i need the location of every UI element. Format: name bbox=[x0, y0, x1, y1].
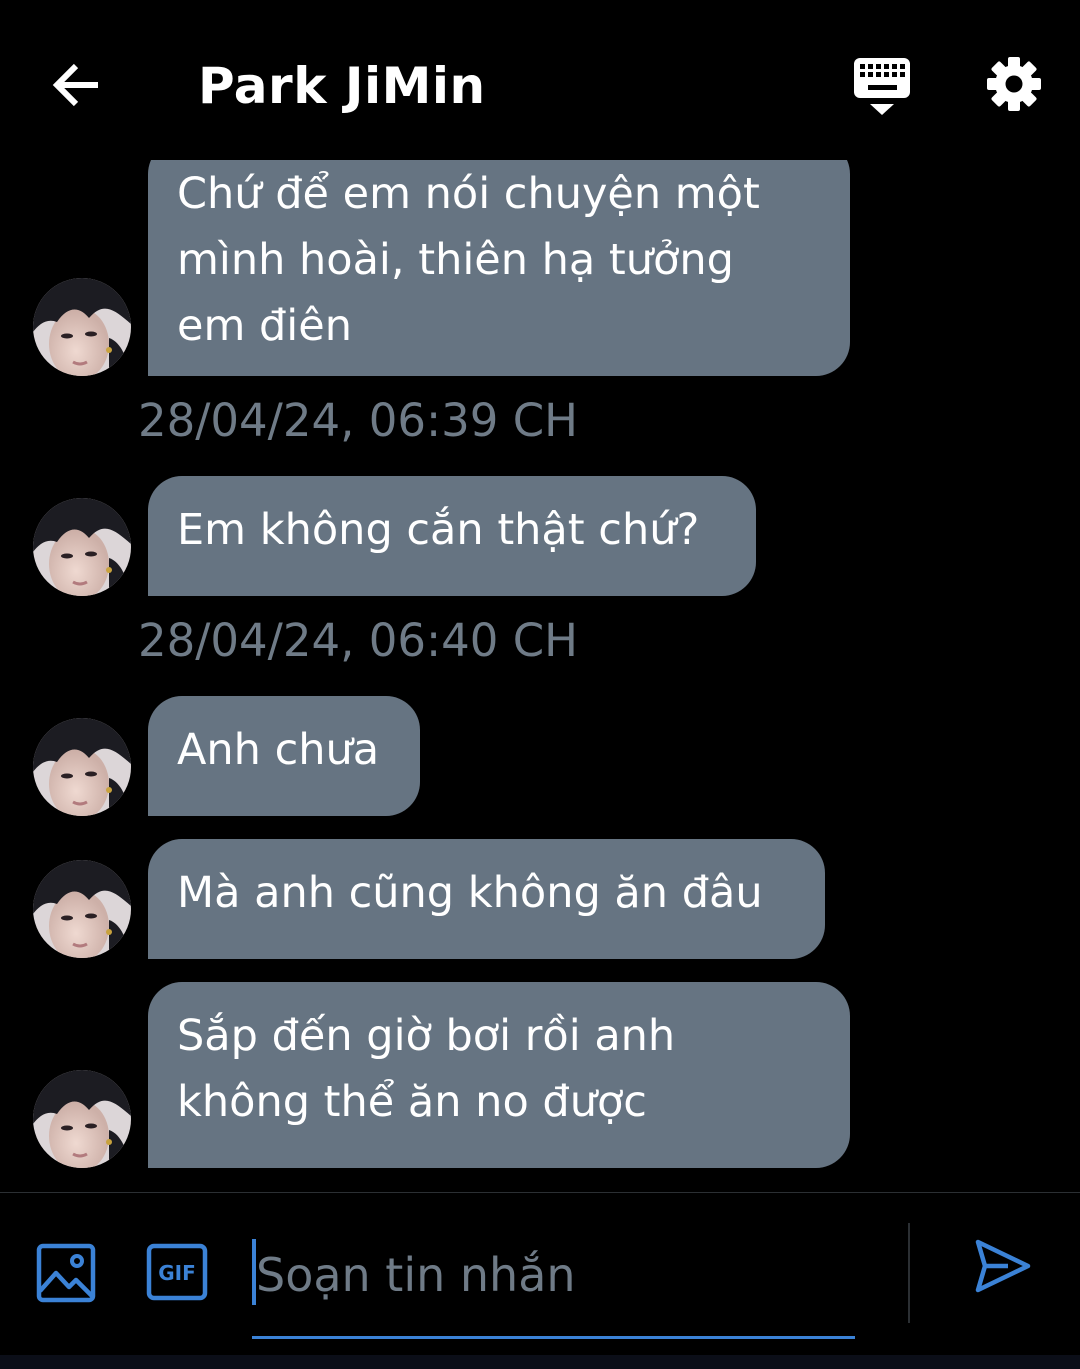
message-list[interactable]: Chứ để em nói chuyện một mình hoài, thiê… bbox=[0, 0, 1080, 1192]
contact-avatar-image bbox=[33, 860, 131, 958]
keyboard-toggle-button[interactable] bbox=[848, 54, 916, 120]
avatar[interactable] bbox=[33, 278, 131, 376]
back-button[interactable] bbox=[44, 52, 110, 118]
message-input-wrapper bbox=[252, 1231, 855, 1339]
avatar[interactable] bbox=[33, 718, 131, 816]
avatar[interactable] bbox=[33, 1070, 131, 1168]
arrow-left-icon bbox=[52, 63, 98, 107]
keyboard-hide-icon bbox=[854, 58, 910, 115]
message-timestamp: 28/04/24, 06:40 CH bbox=[138, 614, 578, 667]
composer-divider bbox=[908, 1223, 910, 1323]
attach-gif-button[interactable]: GIF bbox=[146, 1243, 208, 1301]
send-icon bbox=[975, 1239, 1031, 1293]
send-button[interactable] bbox=[972, 1237, 1032, 1295]
message-bubble[interactable]: Em không cắn thật chứ? bbox=[148, 476, 756, 596]
contact-name: Park JiMin bbox=[198, 57, 486, 115]
avatar[interactable] bbox=[33, 860, 131, 958]
attach-image-button[interactable] bbox=[36, 1243, 96, 1303]
gif-icon: GIF bbox=[146, 1243, 208, 1301]
contact-avatar-image bbox=[33, 718, 131, 816]
message-bubble[interactable]: Anh chưa bbox=[148, 696, 420, 816]
contact-avatar-image bbox=[33, 278, 131, 376]
message-bubble[interactable]: Chứ để em nói chuyện một mình hoài, thiê… bbox=[148, 140, 850, 376]
settings-button[interactable] bbox=[984, 54, 1044, 114]
message-composer: GIF bbox=[0, 1192, 1080, 1369]
svg-text:GIF: GIF bbox=[158, 1261, 196, 1285]
message-timestamp: 28/04/24, 06:39 CH bbox=[138, 394, 578, 447]
contact-avatar-image bbox=[33, 498, 131, 596]
avatar[interactable] bbox=[33, 498, 131, 596]
image-icon bbox=[36, 1243, 96, 1303]
chat-header: Park JiMin bbox=[0, 0, 1080, 160]
message-input[interactable] bbox=[252, 1231, 852, 1319]
message-bubble[interactable]: Mà anh cũng không ăn đâu bbox=[148, 839, 825, 959]
gear-icon bbox=[987, 57, 1041, 111]
contact-avatar-image bbox=[33, 1070, 131, 1168]
bottom-edge bbox=[0, 1355, 1080, 1369]
message-bubble[interactable]: Sắp đến giờ bơi rồi anh không thể ăn no … bbox=[148, 982, 850, 1168]
